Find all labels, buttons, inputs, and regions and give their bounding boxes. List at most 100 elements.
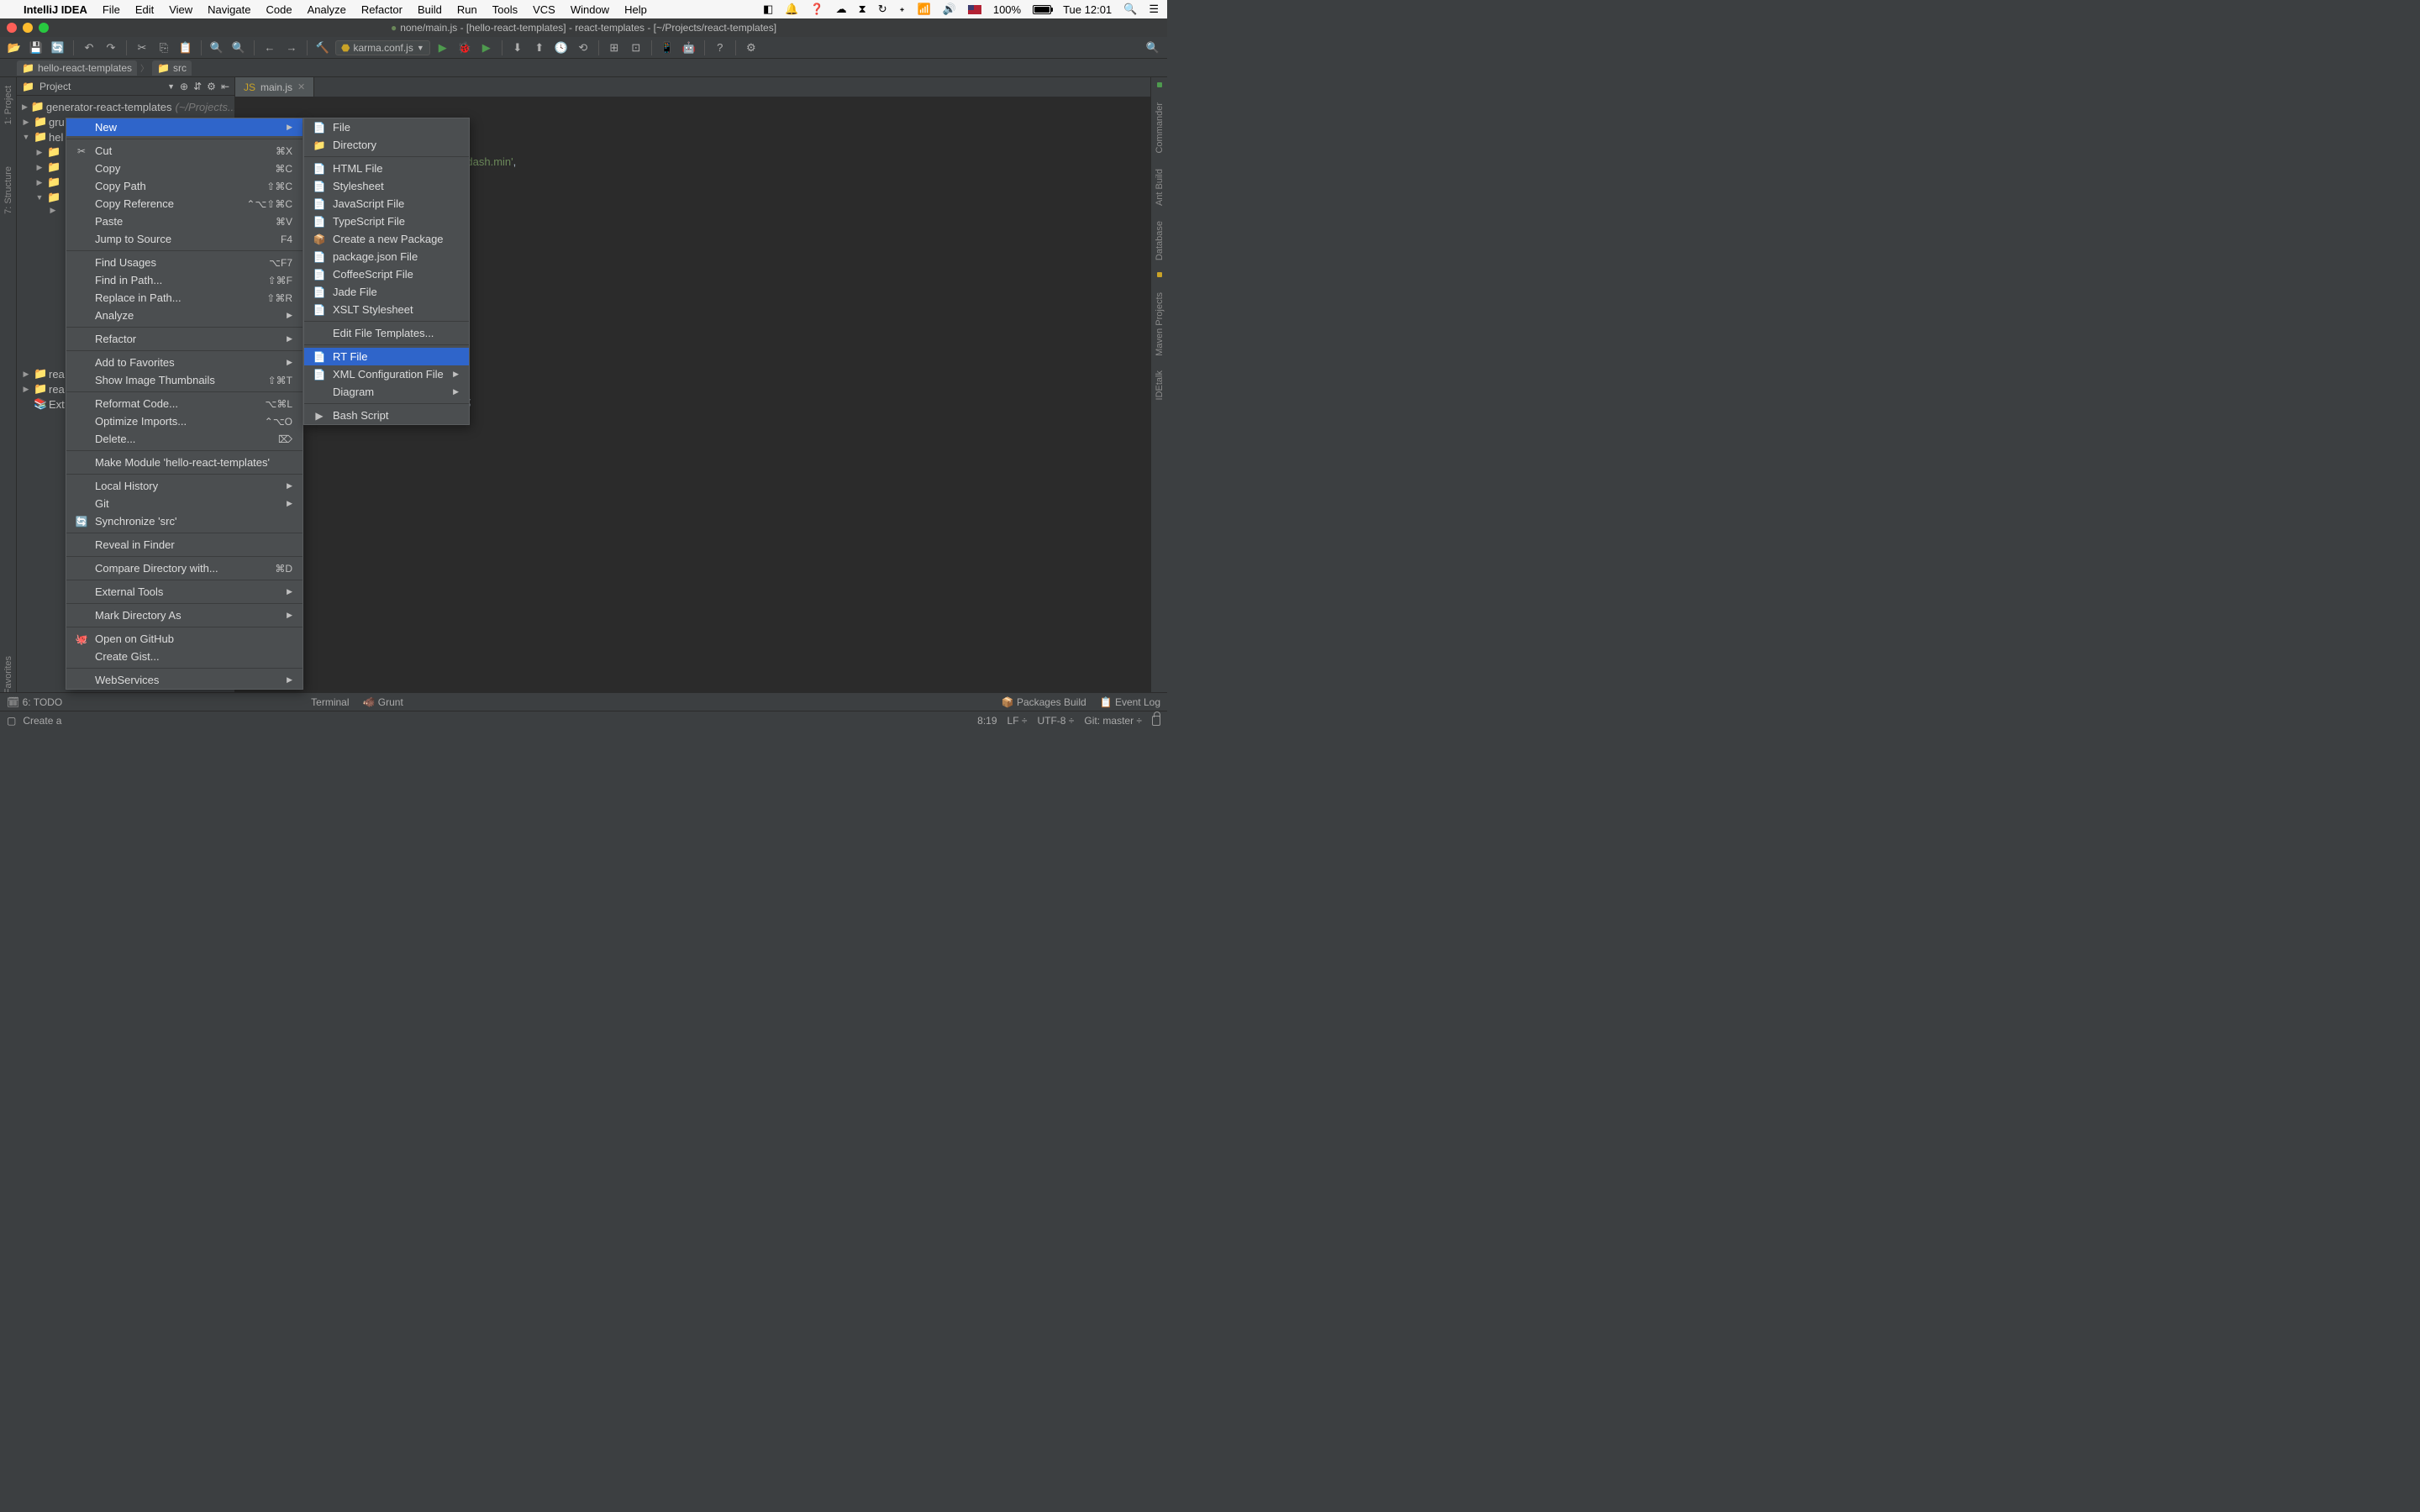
run-config-dropdown[interactable]: ⬣ karma.conf.js ▼	[335, 40, 430, 55]
help-icon[interactable]: ❓	[810, 3, 823, 16]
menu-item[interactable]: 📁Directory	[304, 136, 469, 154]
menu-navigate[interactable]: Navigate	[208, 3, 250, 16]
menubar-icon[interactable]: ⧗	[859, 3, 866, 16]
menu-tools[interactable]: Tools	[492, 3, 518, 16]
todo-tool-button[interactable]: 🗓 6: TODO	[7, 696, 62, 708]
menu-item[interactable]: External Tools▶	[66, 583, 302, 601]
back-icon[interactable]: ←	[260, 39, 279, 57]
menu-window[interactable]: Window	[571, 3, 609, 16]
bluetooth-icon[interactable]: ᛭	[899, 3, 906, 16]
menu-item[interactable]: Git▶	[66, 495, 302, 512]
avd-icon[interactable]: 📱	[658, 39, 676, 57]
minimize-window-button[interactable]	[23, 23, 33, 33]
menu-item[interactable]: Copy⌘C	[66, 160, 302, 177]
undo-icon[interactable]: ↶	[80, 39, 98, 57]
git-branch[interactable]: Git: master ÷	[1084, 715, 1142, 727]
clock[interactable]: Tue 12:01	[1063, 3, 1112, 16]
project-scope-dropdown[interactable]: ▼	[167, 82, 175, 91]
menu-item[interactable]: Find Usages⌥F7	[66, 254, 302, 271]
settings-icon[interactable]: ⚙	[742, 39, 760, 57]
menu-item[interactable]: New▶	[66, 118, 302, 136]
cursor-position[interactable]: 8:19	[977, 715, 997, 727]
menu-item[interactable]: Edit File Templates...	[304, 324, 469, 342]
menu-item[interactable]: Make Module 'hello-react-templates'	[66, 454, 302, 471]
debug-icon[interactable]: 🐞	[455, 39, 474, 57]
menu-help[interactable]: Help	[624, 3, 647, 16]
menu-item[interactable]: Mark Directory As▶	[66, 606, 302, 624]
menu-item[interactable]: 📄Stylesheet	[304, 177, 469, 195]
menu-item[interactable]: Refactor▶	[66, 330, 302, 348]
menu-item[interactable]: 📄TypeScript File	[304, 213, 469, 230]
menubar-icon[interactable]: ◧	[763, 3, 773, 16]
settings-icon[interactable]: ⚙	[207, 81, 216, 92]
project-tool-button[interactable]: 1: Project	[3, 86, 13, 124]
forward-icon[interactable]: →	[282, 39, 301, 57]
menu-build[interactable]: Build	[418, 3, 442, 16]
menu-item[interactable]: Local History▶	[66, 477, 302, 495]
menu-refactor[interactable]: Refactor	[361, 3, 402, 16]
menu-edit[interactable]: Edit	[135, 3, 154, 16]
menu-item[interactable]: ▶Bash Script	[304, 407, 469, 424]
menu-item[interactable]: 🐙Open on GitHub	[66, 630, 302, 648]
structure-icon[interactable]: ⊞	[605, 39, 623, 57]
menu-item[interactable]: Show Image Thumbnails⇧⌘T	[66, 371, 302, 389]
menu-run[interactable]: Run	[457, 3, 477, 16]
menu-item[interactable]: 📄JavaScript File	[304, 195, 469, 213]
menu-item[interactable]: Analyze▶	[66, 307, 302, 324]
vcs-update-icon[interactable]: ⬇	[508, 39, 527, 57]
menu-file[interactable]: File	[103, 3, 120, 16]
menu-item[interactable]: Find in Path...⇧⌘F	[66, 271, 302, 289]
menu-vcs[interactable]: VCS	[533, 3, 555, 16]
maven-tool-button[interactable]: Maven Projects	[1155, 292, 1165, 356]
battery-icon[interactable]	[1033, 5, 1051, 14]
spotlight-icon[interactable]: 🔍	[1123, 3, 1137, 16]
close-tab-icon[interactable]: ✕	[297, 81, 305, 92]
menu-item[interactable]: 📄HTML File	[304, 160, 469, 177]
menu-item[interactable]: Delete...⌦	[66, 430, 302, 448]
locate-icon[interactable]: ⊕	[180, 81, 188, 92]
close-window-button[interactable]	[7, 23, 17, 33]
help-icon[interactable]: ?	[711, 39, 729, 57]
event-log-button[interactable]: 📋 Event Log	[1100, 696, 1160, 708]
packages-build-button[interactable]: 📦 Packages Build	[1002, 696, 1086, 708]
breadcrumb-item[interactable]: 📁 hello-react-templates	[17, 60, 137, 76]
menu-item[interactable]: Replace in Path...⇧⌘R	[66, 289, 302, 307]
menu-item[interactable]: Copy Reference⌃⌥⇧⌘C	[66, 195, 302, 213]
structure-tool-button[interactable]: 7: Structure	[3, 166, 13, 214]
menu-item[interactable]: Jump to SourceF4	[66, 230, 302, 248]
replace-icon[interactable]: 🔍	[229, 39, 248, 57]
menu-item[interactable]: 📄RT File	[304, 348, 469, 365]
vcs-commit-icon[interactable]: ⬆	[530, 39, 549, 57]
file-encoding[interactable]: UTF-8 ÷	[1037, 715, 1074, 727]
menu-item[interactable]: Paste⌘V	[66, 213, 302, 230]
menu-item[interactable]: Reformat Code...⌥⌘L	[66, 395, 302, 412]
collapse-icon[interactable]: ⇵	[193, 81, 202, 92]
zoom-window-button[interactable]	[39, 23, 49, 33]
tool-windows-toggle-icon[interactable]: ▢	[7, 715, 16, 727]
error-stripe-marker[interactable]	[1157, 272, 1162, 277]
build-icon[interactable]: 🔨	[313, 39, 332, 57]
commander-tool-button[interactable]: Commander	[1155, 102, 1165, 154]
breadcrumb-item[interactable]: 📁 src	[152, 60, 192, 76]
menu-item[interactable]: 📄XSLT Stylesheet	[304, 301, 469, 318]
hide-icon[interactable]: ⇤	[221, 81, 229, 92]
menu-item[interactable]: Diagram▶	[304, 383, 469, 401]
terminal-tool-button[interactable]: Terminal	[311, 696, 349, 708]
menu-item[interactable]: Optimize Imports...⌃⌥O	[66, 412, 302, 430]
vcs-history-icon[interactable]: 🕓	[552, 39, 571, 57]
cut-icon[interactable]: ✂	[133, 39, 151, 57]
menu-item[interactable]: 📦Create a new Package	[304, 230, 469, 248]
menu-item[interactable]: Create Gist...	[66, 648, 302, 665]
tree-row[interactable]: ▶📁generator-react-templates (~/Projects.…	[17, 99, 234, 114]
menubar-icon[interactable]: ↻	[878, 3, 887, 16]
menu-item[interactable]: 📄package.json File	[304, 248, 469, 265]
menu-item[interactable]: WebServices▶	[66, 671, 302, 689]
copy-icon[interactable]: ⎘	[155, 39, 173, 57]
grunt-tool-button[interactable]: 🐗 Grunt	[363, 696, 403, 708]
paste-icon[interactable]: 📋	[176, 39, 195, 57]
find-icon[interactable]: 🔍	[208, 39, 226, 57]
redo-icon[interactable]: ↷	[102, 39, 120, 57]
menu-item[interactable]: ✂Cut⌘X	[66, 142, 302, 160]
menu-item[interactable]: 📄File	[304, 118, 469, 136]
search-everywhere-icon[interactable]: 🔍	[1144, 39, 1162, 57]
